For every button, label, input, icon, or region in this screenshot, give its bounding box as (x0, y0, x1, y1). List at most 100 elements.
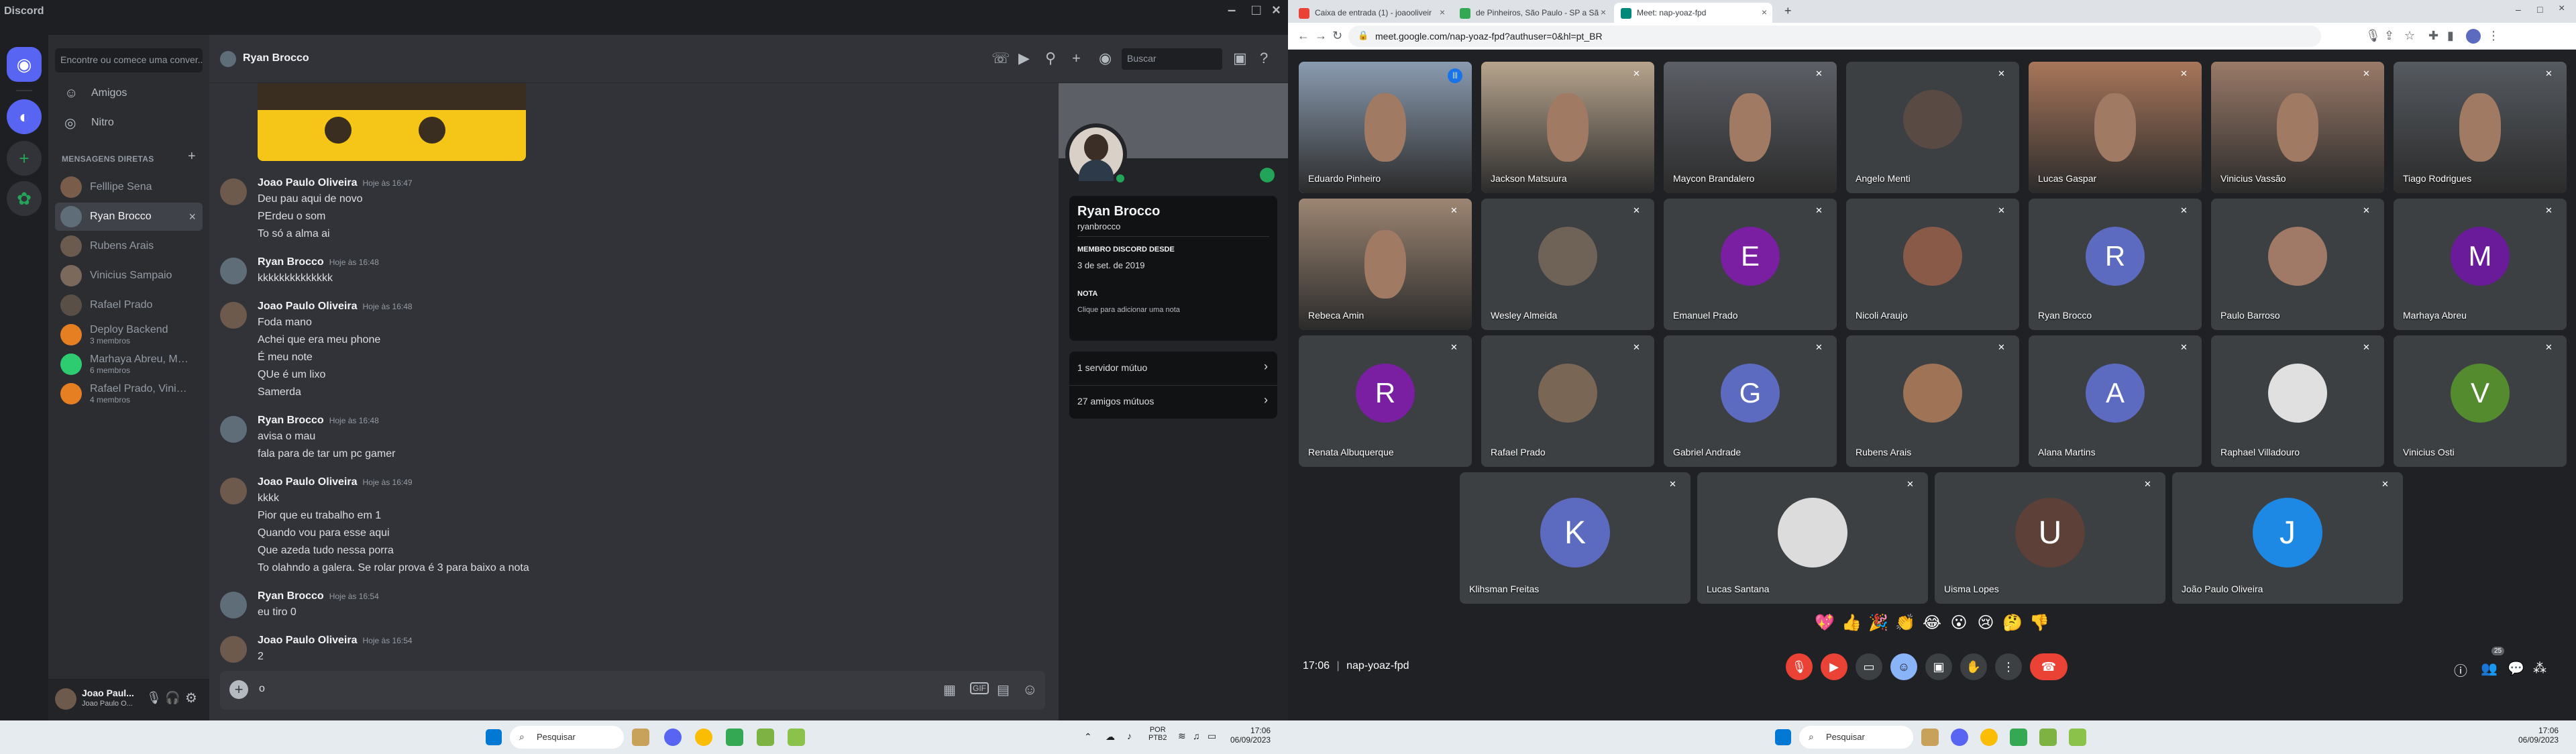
nav-friends[interactable]: ☺ Amigos (55, 79, 203, 107)
chat-search-input[interactable]: Buscar (1122, 48, 1222, 70)
maximize-icon[interactable]: □ (2537, 4, 2542, 15)
message-composer[interactable]: + o ▦ GIF ▤ ☺ (220, 671, 1045, 710)
participant-tile[interactable]: ✕ Raphael Villadouro (2211, 335, 2384, 467)
emoji-icon[interactable]: ☺ (1022, 681, 1037, 698)
discord-app-icon[interactable] (664, 729, 682, 746)
add-server-icon[interactable]: + (7, 141, 42, 176)
message-author[interactable]: Ryan Brocco Hoje às 16:54 (258, 590, 379, 602)
clock[interactable]: 17:06 06/09/2023 (2518, 726, 2559, 745)
microphone-icon[interactable]: 🎙 (2365, 29, 2381, 43)
server-icon[interactable]: ◐ (7, 99, 42, 134)
chat-icon[interactable]: 💬 (2508, 660, 2524, 677)
avatar[interactable] (220, 592, 247, 618)
chrome-app-icon[interactable] (695, 729, 712, 746)
participant-tile[interactable]: ✕ Nicoli Araujo (1846, 199, 2019, 330)
participant-tile[interactable]: E ✕ Emanuel Prado (1664, 199, 1837, 330)
new-tab-icon[interactable]: + (1784, 4, 1792, 18)
close-icon[interactable]: × (1272, 1, 1281, 19)
participant-tile[interactable]: ✕ Tiago Rodrigues (2394, 62, 2567, 193)
windows-start-icon[interactable] (1775, 729, 1791, 745)
image-attachment[interactable] (258, 83, 526, 161)
close-icon[interactable]: × (2559, 3, 2565, 15)
pin-icon[interactable]: ⚲ (1045, 50, 1056, 67)
minimize-icon[interactable]: – (2516, 4, 2521, 15)
participant-tile[interactable]: ✕ Angelo Menti (1846, 62, 2019, 193)
dm-item[interactable]: Marhaya Abreu, Math... 6 membros (55, 350, 203, 378)
participant-tile[interactable]: ✕ Vinicius Vassão (2211, 62, 2384, 193)
reaction-emoji[interactable]: 💖 (1811, 613, 1838, 633)
video-call-icon[interactable]: ▶ (1018, 50, 1030, 67)
participant-tile[interactable]: R ✕ Ryan Brocco (2029, 199, 2202, 330)
participant-tile[interactable]: ✕ Rafael Prado (1481, 335, 1654, 467)
avatar[interactable] (220, 636, 247, 663)
avatar[interactable] (220, 478, 247, 504)
reaction-emoji[interactable]: 🎉 (1865, 613, 1892, 633)
forward-icon[interactable]: → (1315, 29, 1327, 43)
menu-kebab-icon[interactable]: ⋮ (2487, 29, 2500, 43)
reaction-emoji[interactable]: 😮 (1945, 613, 1972, 633)
participant-tile[interactable]: ||| Eduardo Pinheiro (1299, 62, 1472, 193)
cloud-icon[interactable]: ☁ (1106, 731, 1115, 743)
close-dm-icon[interactable]: × (189, 210, 196, 224)
app-icon[interactable] (1921, 729, 1939, 746)
message-author[interactable]: Joao Paulo Oliveira Hoje às 16:48 (258, 301, 413, 313)
meeting-info-icon[interactable]: ⓘ (2454, 660, 2467, 680)
speaker-icon[interactable]: ♪ (1127, 731, 1132, 741)
participant-tile[interactable]: J ✕ João Paulo Oliveira (2172, 472, 2403, 604)
minimize-icon[interactable]: – (1228, 1, 1236, 19)
participant-tile[interactable]: ✕ Wesley Almeida (1481, 199, 1654, 330)
language-indicator[interactable]: POR PTB2 (1148, 726, 1167, 742)
close-tab-icon[interactable]: × (1762, 7, 1767, 17)
participant-tile[interactable]: A ✕ Alana Martins (2029, 335, 2202, 467)
dm-item[interactable]: Rafael Prado (55, 291, 203, 319)
app-icon[interactable] (726, 729, 743, 746)
dm-item[interactable]: Rubens Arais (55, 232, 203, 260)
message-author[interactable]: Joao Paulo Oliveira Hoje às 16:54 (258, 635, 413, 647)
dm-item[interactable]: Rafael Prado, Vinicius...4 membros (55, 380, 203, 408)
mic-off-button[interactable]: 🎙 (1786, 653, 1813, 680)
participant-tile[interactable]: R ✕ Renata Albuquerque (1299, 335, 1472, 467)
avatar[interactable] (55, 688, 76, 710)
present-button[interactable]: ▣ (1925, 653, 1952, 680)
message-input[interactable]: o (259, 683, 265, 695)
leave-call-button[interactable]: ☎ (2030, 653, 2068, 680)
participant-tile[interactable]: U ✕ Uisma Lopes (1935, 472, 2165, 604)
back-icon[interactable]: ← (1297, 29, 1309, 43)
create-dm-icon[interactable]: + (188, 149, 196, 164)
dm-item[interactable]: Felllipe Sena (55, 173, 203, 201)
camera-off-button[interactable]: ▶ (1821, 653, 1847, 680)
microphone-icon[interactable]: 🎙 (146, 691, 162, 705)
dm-search-input[interactable]: Encontre ou comece uma conver... (55, 48, 203, 72)
sidebar-icon[interactable]: ▮ (2447, 29, 2454, 43)
reaction-emoji[interactable]: 👎 (2026, 613, 2053, 633)
reaction-emoji[interactable]: 👏 (1892, 613, 1919, 633)
avatar[interactable] (220, 258, 247, 284)
participant-tile[interactable]: ✕ Jackson Matsuura (1481, 62, 1654, 193)
reaction-emoji[interactable]: 😂 (1919, 613, 1945, 633)
people-icon[interactable]: 👥 (2481, 660, 2498, 677)
dm-item[interactable]: Ryan Brocco × (55, 203, 203, 231)
nav-nitro[interactable]: ◎ Nitro (55, 109, 203, 137)
close-tab-icon[interactable]: × (1601, 7, 1606, 17)
participant-tile[interactable]: ✕ Paulo Barroso (2211, 199, 2384, 330)
message-author[interactable]: Ryan Brocco Hoje às 16:48 (258, 415, 379, 427)
reactions-button[interactable]: ☺ (1890, 653, 1917, 680)
message-author[interactable]: Joao Paulo Oliveira Hoje às 16:49 (258, 476, 413, 488)
sticker-icon[interactable]: ▤ (997, 682, 1010, 698)
avatar[interactable] (220, 302, 247, 329)
browser-tab[interactable]: Caixa de entrada (1) - joaooliveir × (1292, 3, 1450, 23)
profile-toggle-icon[interactable]: ◉ (1099, 50, 1112, 67)
app-icon[interactable] (2010, 729, 2027, 746)
participant-tile[interactable]: ✕ Lucas Santana (1697, 472, 1928, 604)
windows-start-icon[interactable] (486, 729, 502, 745)
extensions-icon[interactable]: ✚ (2428, 29, 2438, 43)
message-author[interactable]: Joao Paulo Oliveira Hoje às 16:47 (258, 177, 413, 189)
gif-icon[interactable]: GIF (970, 682, 989, 694)
participant-tile[interactable]: K ✕ Klihsman Freitas (1460, 472, 1690, 604)
more-options-button[interactable]: ⋮ (1995, 653, 2022, 680)
avatar[interactable] (1065, 123, 1127, 185)
mutual-servers-link[interactable]: 1 servidor mútuo (1077, 362, 1147, 373)
headphones-icon[interactable]: 🎧 (165, 691, 180, 705)
avatar[interactable] (220, 178, 247, 205)
dm-item[interactable]: Vinicius Sampaio (55, 262, 203, 290)
